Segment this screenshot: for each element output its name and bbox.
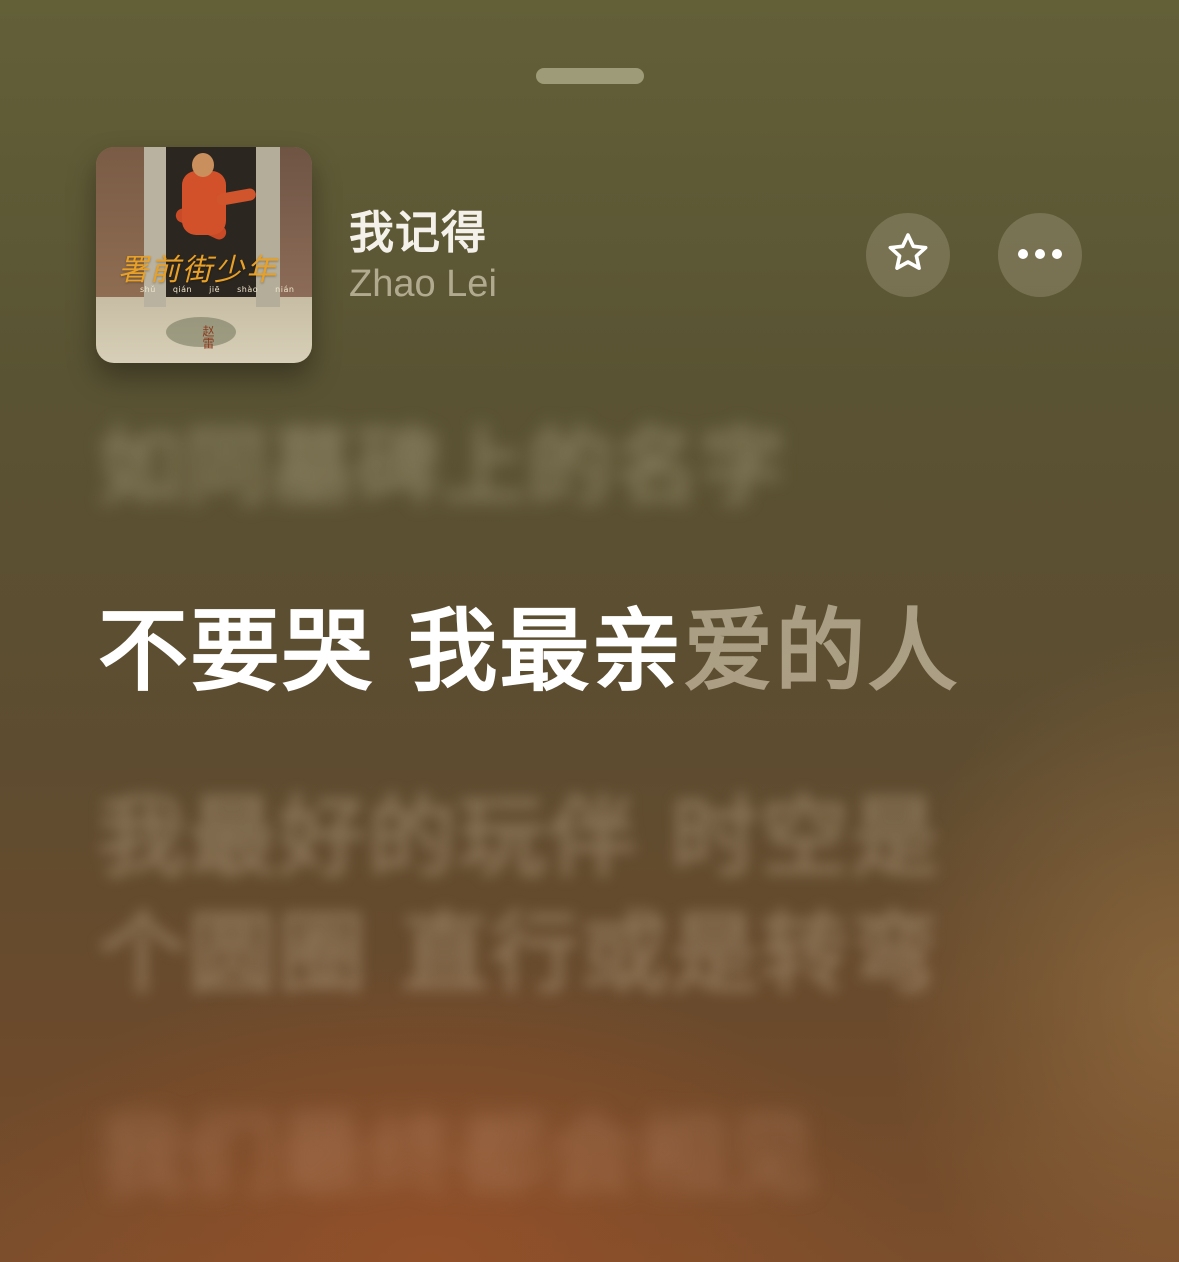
more-options-button[interactable] xyxy=(998,213,1082,297)
lyric-next-line-2: 个圆圈 直行或是转弯 xyxy=(98,902,941,1005)
artwork-title: 署前街少年 xyxy=(118,253,278,288)
song-title: 我记得 xyxy=(349,206,488,259)
artwork-figure-head xyxy=(192,153,214,177)
artwork-artist: 赵雷 xyxy=(201,325,215,349)
song-artist[interactable]: Zhao Lei xyxy=(349,263,497,306)
sheet-grabber[interactable] xyxy=(536,68,644,84)
lyric-unsung-part: 爱的人 xyxy=(683,599,960,704)
lyric-next-line-1: 我最好的玩伴 时空是 xyxy=(98,786,941,889)
favorite-button[interactable] xyxy=(866,213,950,297)
star-outline-icon xyxy=(885,230,931,280)
lyric-following-line[interactable]: 我们最终都会相见 xyxy=(98,1085,818,1212)
artwork-wall-right xyxy=(278,147,312,297)
album-artwork[interactable]: 署前街少年 shǔ qián jiē shào nián 赵雷 xyxy=(96,147,312,363)
lyric-sung-part: 不要哭 我最亲 xyxy=(98,599,684,704)
lyric-current-line[interactable]: 不要哭 我最亲爱的人 xyxy=(98,578,959,708)
lyric-next-line[interactable]: 我最好的玩伴 时空是 个圆圈 直行或是转弯 xyxy=(98,780,941,1012)
ellipsis-icon xyxy=(1016,246,1064,265)
lyric-previous-line[interactable]: 如同墓碑上的名字 xyxy=(98,400,786,521)
artwork-pinyin: shǔ qián jiē shào nián xyxy=(140,285,295,294)
